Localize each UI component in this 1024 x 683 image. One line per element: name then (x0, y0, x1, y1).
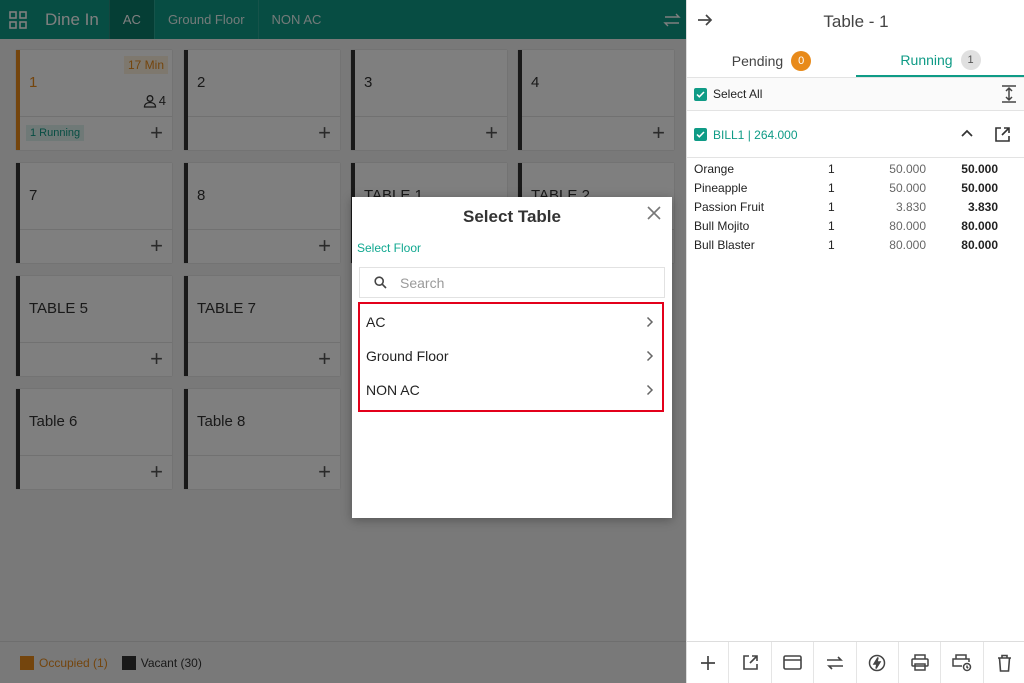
chevron-right-icon (646, 350, 654, 362)
floor-item-non-ac[interactable]: NON AC (360, 374, 662, 406)
floor-item-ground-floor[interactable]: Ground Floor (360, 340, 662, 372)
search-box (359, 267, 665, 298)
print-button[interactable] (899, 642, 942, 683)
plus-icon (700, 655, 715, 670)
order-panel: Table - 1 Pending 0 Running 1 Select All… (686, 0, 1024, 683)
item-qty: 1 (828, 237, 835, 252)
tab-running[interactable]: Running 1 (856, 44, 1024, 77)
dialog-title: Select Table (463, 207, 561, 226)
item-price: 3.830 (895, 199, 926, 214)
list-item[interactable]: Pineapple 1 50.000 50.000 (694, 178, 1014, 197)
expand-vertical-icon[interactable] (1001, 85, 1017, 106)
item-price: 50.000 (889, 161, 926, 176)
close-icon[interactable] (644, 203, 664, 223)
item-total: 3.830 (967, 199, 998, 214)
select-floor-label: Select Floor (357, 241, 422, 255)
select-table-dialog: Select Table Select Floor AC Ground Floo… (352, 197, 672, 518)
search-icon (360, 276, 400, 289)
item-name: Orange (694, 161, 735, 176)
item-name: Bull Mojito (694, 218, 750, 233)
order-items: Orange 1 50.000 50.000 Pineapple 1 50.00… (694, 159, 1014, 254)
transfer-button[interactable] (814, 642, 857, 683)
panel-header: Table - 1 (687, 0, 1024, 44)
select-all-row: Select All (687, 78, 1024, 111)
item-price: 80.000 (889, 218, 926, 233)
list-item[interactable]: Passion Fruit 1 3.830 3.830 (694, 197, 1014, 216)
delete-button[interactable] (984, 642, 1024, 683)
add-item-button[interactable] (687, 642, 730, 683)
item-total: 80.000 (961, 237, 998, 252)
item-name: Pineapple (694, 180, 748, 195)
card-icon (783, 655, 802, 670)
floor-item-label: Ground Floor (366, 348, 449, 364)
count-badge: 1 (960, 49, 981, 70)
bill-row[interactable]: BILL1 | 264.000 (687, 112, 1024, 158)
item-qty: 1 (828, 199, 835, 214)
chevron-right-icon (646, 316, 654, 328)
bill-label: BILL1 | 264.000 (713, 127, 798, 142)
list-item[interactable]: Bull Blaster 1 80.000 80.000 (694, 235, 1014, 254)
print-settings-icon (952, 653, 972, 671)
floor-list: AC Ground Floor NON AC (358, 302, 664, 412)
floor-item-ac[interactable]: AC (360, 306, 662, 338)
item-qty: 1 (828, 161, 835, 176)
flash-icon (868, 654, 886, 671)
search-input[interactable] (400, 274, 664, 291)
quick-action-button[interactable] (857, 642, 899, 683)
select-all-checkbox[interactable] (694, 87, 707, 101)
item-total: 50.000 (961, 161, 998, 176)
tab-label: Running (900, 51, 953, 68)
item-name: Bull Blaster (694, 237, 755, 252)
transfer-icon (826, 655, 843, 670)
item-qty: 1 (828, 218, 835, 233)
tab-label: Pending (731, 52, 784, 69)
chevron-right-icon (646, 384, 654, 396)
chevron-up-icon[interactable] (961, 126, 973, 140)
count-badge: 0 (791, 50, 812, 71)
print-settings-button[interactable] (941, 642, 984, 683)
open-external-icon (742, 655, 758, 670)
list-item[interactable]: Bull Mojito 1 80.000 80.000 (694, 216, 1014, 235)
item-total: 80.000 (961, 218, 998, 233)
item-price: 80.000 (889, 237, 926, 252)
arrow-right-icon[interactable] (697, 12, 713, 33)
item-total: 50.000 (961, 180, 998, 195)
print-icon (910, 654, 929, 671)
order-tabs: Pending 0 Running 1 (687, 44, 1024, 78)
tab-pending[interactable]: Pending 0 (687, 44, 856, 77)
panel-title: Table - 1 (823, 12, 889, 31)
item-name: Passion Fruit (694, 199, 765, 214)
delete-icon (997, 654, 1011, 672)
payment-button[interactable] (772, 642, 815, 683)
floor-item-label: NON AC (366, 382, 420, 398)
list-item[interactable]: Orange 1 50.000 50.000 (694, 159, 1014, 178)
action-toolbar (687, 641, 1024, 683)
open-bill-button[interactable] (729, 642, 772, 683)
open-external-icon[interactable] (994, 126, 1011, 146)
floor-item-label: AC (366, 314, 386, 330)
bill-checkbox[interactable] (694, 128, 707, 141)
item-price: 50.000 (889, 180, 926, 195)
item-qty: 1 (828, 180, 835, 195)
select-all-label: Select All (713, 87, 763, 101)
